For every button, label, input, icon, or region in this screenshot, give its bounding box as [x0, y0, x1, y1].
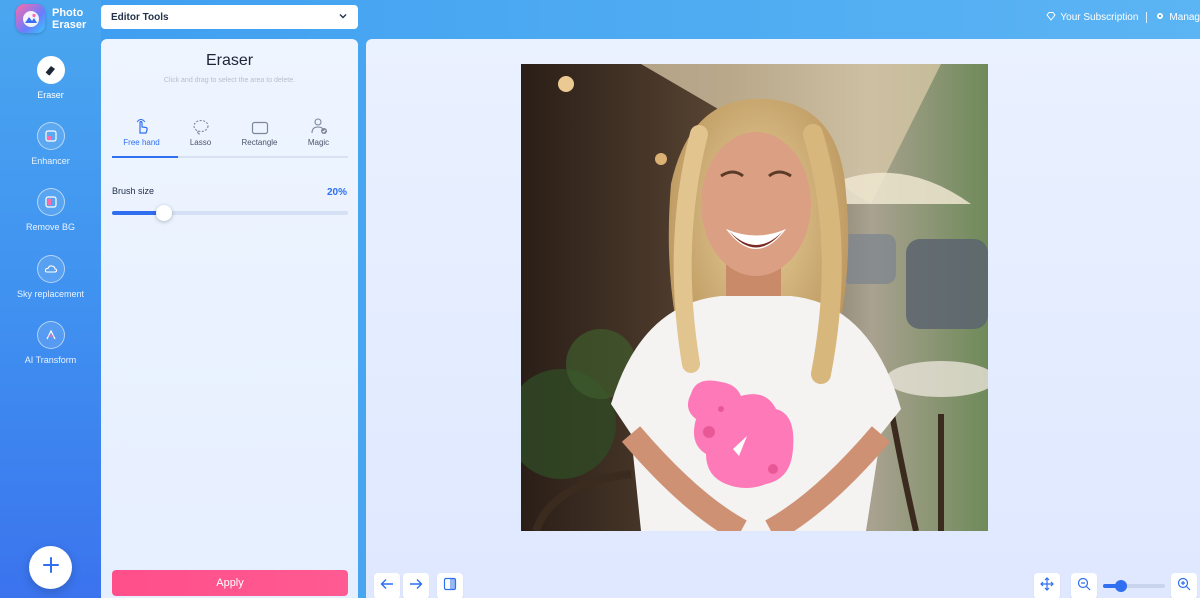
- mode-lasso[interactable]: Lasso: [171, 113, 230, 147]
- sidebar-item-label: AI Transform: [24, 355, 77, 365]
- top-right-menu: Your Subscription Manag: [1046, 11, 1200, 24]
- sidebar-item-label: Remove BG: [25, 222, 76, 232]
- mode-label: Rectangle: [241, 138, 278, 147]
- eraser-panel: Eraser Click and drag to select the area…: [101, 39, 358, 598]
- panel-hint: Click and drag to select the area to del…: [163, 77, 296, 84]
- eraser-icon: [36, 56, 65, 84]
- sidebar-item-eraser[interactable]: Eraser: [0, 56, 101, 100]
- sidebar-item-label: Enhancer: [31, 156, 70, 166]
- mode-tab-indicator-track: [112, 156, 348, 158]
- sidebar-item-enhancer[interactable]: Enhancer: [0, 122, 101, 166]
- sidebar-item-ai-transform[interactable]: AI Transform: [0, 321, 101, 365]
- zoom-out-icon: [1077, 577, 1091, 596]
- undo-button[interactable]: [374, 573, 400, 598]
- redo-button[interactable]: [403, 573, 429, 598]
- subscription-label: Your Subscription: [1060, 12, 1139, 23]
- cloud-icon: [36, 255, 65, 283]
- brush-size-label: Brush size: [112, 186, 155, 196]
- mode-tab-indicator: [112, 156, 178, 158]
- panel-title: Eraser: [205, 52, 254, 69]
- diamond-icon: [1046, 11, 1057, 24]
- hand-pointer-icon: [112, 113, 171, 135]
- brush-size-value: 20%: [326, 187, 347, 198]
- remove-bg-icon: [36, 188, 65, 216]
- compare-button[interactable]: [437, 573, 463, 598]
- mode-label: Free hand: [123, 138, 160, 147]
- divider: [1146, 12, 1148, 23]
- zoom-out-button[interactable]: [1071, 573, 1097, 598]
- move-arrows-icon: [1040, 576, 1054, 596]
- compare-icon: [443, 577, 457, 596]
- arrow-left-icon: [380, 577, 394, 595]
- app-logo[interactable]: Photo Eraser: [16, 4, 86, 33]
- subscription-link[interactable]: Your Subscription: [1046, 11, 1138, 24]
- zoom-slider-handle[interactable]: [1115, 580, 1128, 592]
- magic-person-icon: [289, 113, 348, 135]
- zoom-in-icon: [1177, 577, 1191, 596]
- sidebar-item-label: Sky replacement: [16, 289, 85, 299]
- canvas-area: [366, 39, 1200, 598]
- gear-icon: [1155, 11, 1165, 24]
- enhancer-icon: [36, 122, 65, 150]
- sidebar-item-sky-replacement[interactable]: Sky replacement: [0, 255, 101, 299]
- rectangle-icon: [230, 113, 289, 135]
- left-rail: Photo Eraser Eraser Enhancer Remove BG S…: [0, 0, 101, 598]
- zoom-control: [1071, 573, 1197, 598]
- mode-free-hand[interactable]: Free hand: [112, 113, 171, 147]
- mode-label: Magic: [307, 138, 330, 147]
- manage-label: Manag: [1169, 12, 1200, 23]
- zoom-slider[interactable]: [1102, 580, 1166, 592]
- lasso-icon: [171, 113, 230, 135]
- editor-tools-label: Editor Tools: [111, 11, 169, 23]
- arrow-right-icon: [409, 577, 423, 595]
- mode-rectangle[interactable]: Rectangle: [230, 113, 289, 147]
- mode-magic[interactable]: Magic: [289, 113, 348, 147]
- sidebar-item-remove-bg[interactable]: Remove BG: [0, 188, 101, 232]
- editor-tools-dropdown[interactable]: Editor Tools: [101, 5, 358, 29]
- app-name: Photo Eraser: [52, 6, 87, 31]
- eraser-modes: Free hand Lasso Rectangle Magic: [112, 113, 348, 147]
- mode-label: Lasso: [189, 138, 212, 147]
- sidebar-item-label: Eraser: [37, 90, 64, 100]
- photo-canvas[interactable]: [521, 64, 988, 531]
- brush-size-handle[interactable]: [155, 205, 172, 221]
- manage-link[interactable]: Manag: [1155, 11, 1200, 24]
- brush-size-slider[interactable]: [112, 205, 348, 221]
- apply-button[interactable]: Apply: [112, 570, 348, 596]
- move-button[interactable]: [1034, 573, 1060, 598]
- zoom-in-button[interactable]: [1171, 573, 1197, 598]
- ai-transform-icon: [36, 321, 65, 349]
- app-logo-icon: [16, 4, 45, 33]
- add-button[interactable]: [29, 546, 72, 589]
- plus-icon: [42, 556, 60, 579]
- chevron-down-icon: [338, 11, 348, 24]
